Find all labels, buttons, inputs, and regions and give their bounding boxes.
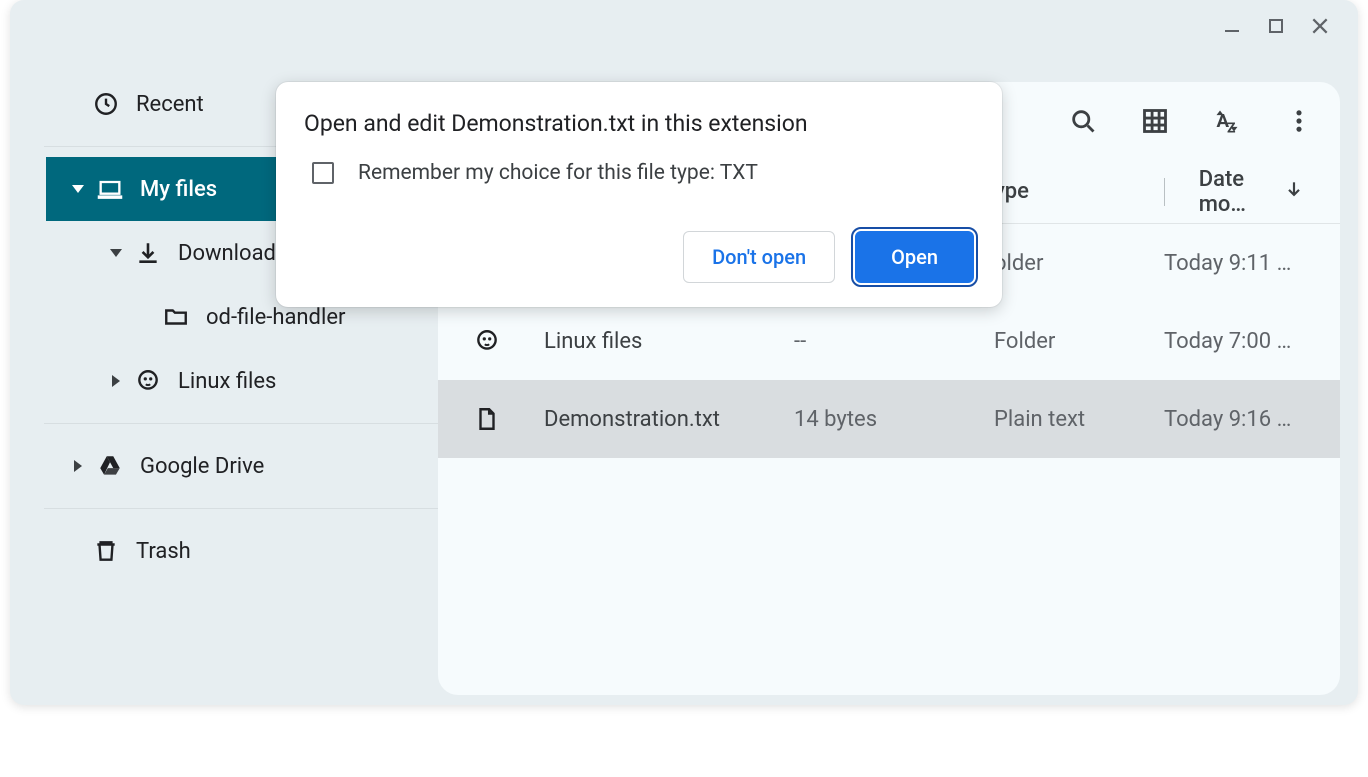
trash-icon (90, 538, 122, 564)
sidebar-separator (44, 423, 438, 424)
column-divider (1164, 178, 1165, 206)
dialog-title: Open and edit Demonstration.txt in this … (304, 110, 974, 137)
file-type: older (994, 251, 1164, 276)
linux-icon (474, 328, 544, 354)
more-options-button[interactable] (1282, 104, 1316, 138)
titlebar (10, 0, 1358, 52)
sidebar-item-google-drive[interactable]: Google Drive (10, 434, 438, 498)
minimize-button[interactable] (1210, 4, 1254, 48)
view-grid-button[interactable] (1138, 104, 1172, 138)
file-icon (474, 406, 544, 432)
file-size: 14 bytes (794, 407, 994, 432)
sidebar-item-linux-files[interactable]: Linux files (10, 349, 438, 413)
sidebar-label-handler-folder: od-file-handler (206, 305, 345, 330)
sort-button[interactable]: AZ (1210, 104, 1244, 138)
folder-icon (160, 304, 192, 330)
maximize-button[interactable] (1254, 4, 1298, 48)
expand-icon (104, 375, 128, 387)
sidebar-label-my-files: My files (140, 177, 217, 202)
dialog-remember-row: Remember my choice for this file type: T… (304, 161, 974, 185)
recent-icon (90, 91, 122, 117)
dont-open-button[interactable]: Don't open (683, 231, 835, 283)
google-drive-icon (94, 453, 126, 479)
file-date: Today 9:11 AM (1164, 251, 1304, 276)
open-file-dialog: Open and edit Demonstration.txt in this … (276, 82, 1002, 307)
sidebar-label-downloads: Downloads (178, 241, 287, 266)
expand-icon (104, 249, 128, 257)
file-type: Folder (994, 329, 1164, 354)
sidebar-label-linux-files: Linux files (178, 369, 276, 394)
close-window-button[interactable] (1298, 4, 1342, 48)
sidebar-label-google-drive: Google Drive (140, 454, 264, 479)
column-date[interactable]: Date mo… (1164, 167, 1304, 217)
file-date: Today 7:00 … (1164, 329, 1304, 354)
expand-icon (66, 460, 90, 472)
file-name: Demonstration.txt (544, 407, 794, 432)
file-name: Linux files (544, 329, 794, 354)
remember-label: Remember my choice for this file type: T… (358, 161, 758, 185)
file-type: Plain text (994, 407, 1164, 432)
table-row[interactable]: Linux files -- Folder Today 7:00 … (438, 302, 1340, 380)
search-button[interactable] (1066, 104, 1100, 138)
sort-arrow-icon (1284, 179, 1304, 205)
column-type[interactable]: ype (994, 179, 1164, 204)
linux-icon (132, 368, 164, 394)
open-button[interactable]: Open (855, 231, 974, 283)
laptop-icon (94, 175, 126, 203)
sidebar-separator (44, 508, 438, 509)
sidebar-item-trash[interactable]: Trash (10, 519, 438, 583)
dialog-actions: Don't open Open (304, 231, 974, 283)
sidebar-label-trash: Trash (136, 539, 191, 564)
file-date: Today 9:16 … (1164, 407, 1304, 432)
sidebar-label-recent: Recent (136, 92, 204, 117)
file-size: -- (794, 329, 994, 354)
expand-icon (66, 185, 90, 193)
remember-checkbox[interactable] (312, 162, 334, 184)
download-icon (132, 240, 164, 266)
table-row[interactable]: Demonstration.txt 14 bytes Plain text To… (438, 380, 1340, 458)
